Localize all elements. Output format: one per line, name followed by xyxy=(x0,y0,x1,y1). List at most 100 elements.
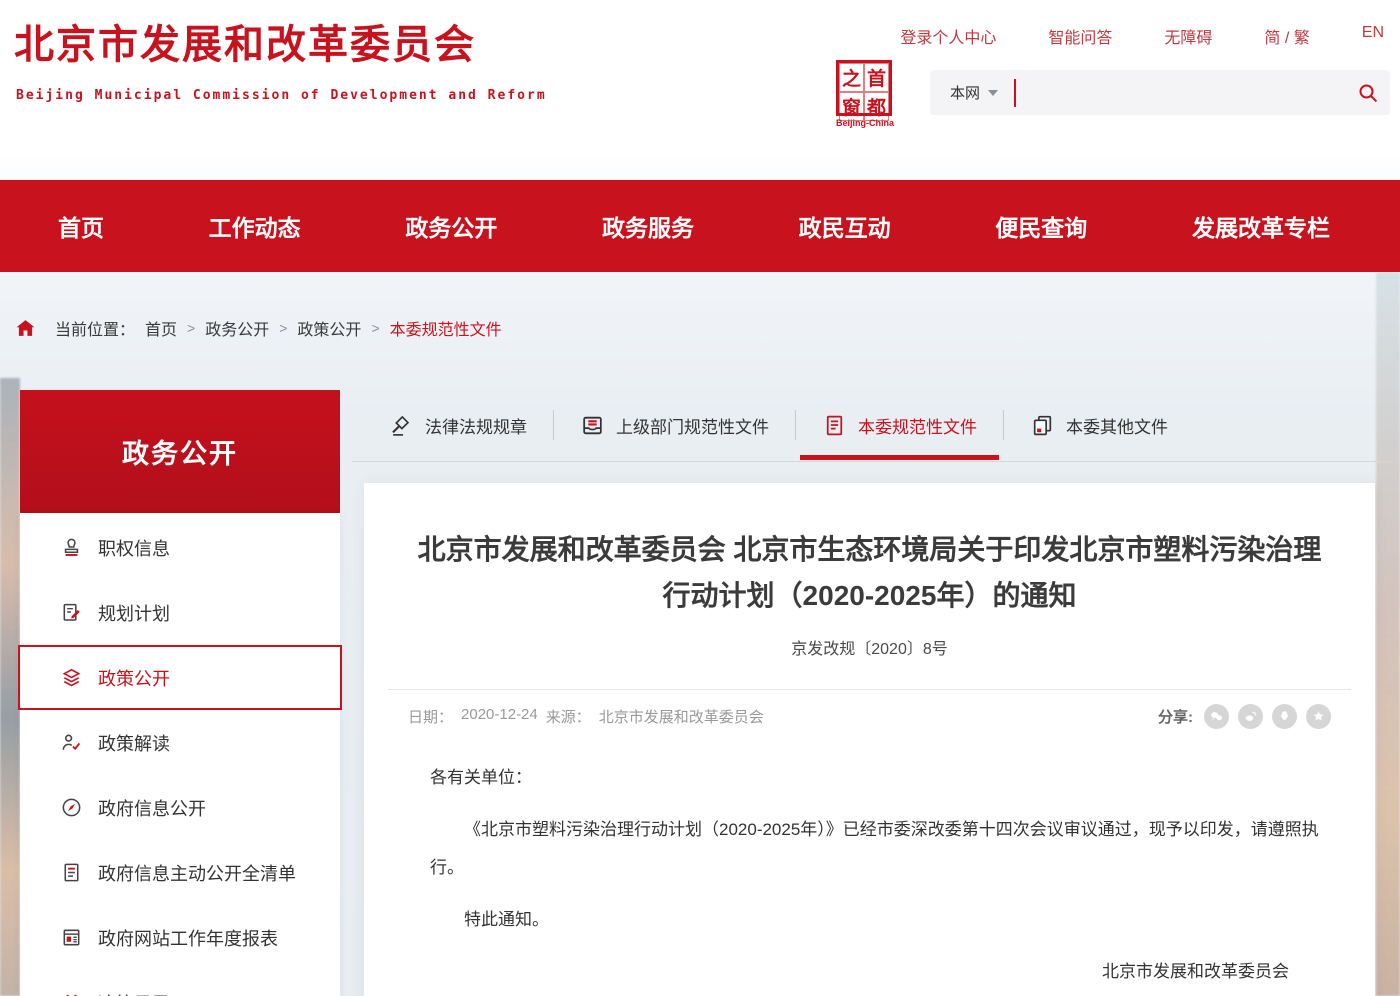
capital-window-seal-logo[interactable]: 之 首 窗 都 Beijing-China xyxy=(836,60,894,128)
breadcrumb-policy-disclosure[interactable]: 政策公开 xyxy=(297,316,361,340)
inbox-icon xyxy=(580,413,605,438)
sidebar-item-label: 政策解读 xyxy=(98,730,170,756)
breadcrumb-label: 当前位置： xyxy=(55,316,135,340)
chevron-down-icon xyxy=(988,90,998,96)
sidebar-item-authority-info[interactable]: 职权信息 xyxy=(20,515,340,580)
home-icon xyxy=(14,317,37,340)
site-logo-title[interactable]: 北京市发展和改革委员会 xyxy=(14,12,476,70)
search-box: 本网 xyxy=(930,70,1390,115)
article-paragraph: 《北京市塑料污染治理行动计划（2020-2025年）》已经市委深改委第十四次会议… xyxy=(430,811,1327,887)
sidebar-item-plans[interactable]: 规划计划 xyxy=(20,580,340,645)
doc-copy-icon xyxy=(1030,413,1055,438)
tab-commission-normative-docs[interactable]: 本委规范性文件 xyxy=(796,390,1003,460)
qq-icon[interactable] xyxy=(1272,704,1297,729)
seal-char: 窗 xyxy=(839,92,864,121)
tab-commission-other-docs[interactable]: 本委其他文件 xyxy=(1004,390,1194,460)
link-smart-qa[interactable]: 智能问答 xyxy=(1048,24,1112,48)
link-english[interactable]: EN xyxy=(1362,24,1384,48)
date-value: 2020-12-24 xyxy=(461,706,538,727)
link-login-personal-center[interactable]: 登录个人中心 xyxy=(900,24,996,48)
wechat-icon[interactable] xyxy=(1204,704,1229,729)
tab-laws-regulations[interactable]: 法律法规规章 xyxy=(383,390,553,460)
star-icon[interactable] xyxy=(1306,704,1331,729)
nav-item-gov-services[interactable]: 政务服务 xyxy=(602,209,694,243)
nav-item-gov-disclosure[interactable]: 政务公开 xyxy=(405,209,497,243)
tab-label: 上级部门规范性文件 xyxy=(616,413,769,438)
seal-icon: 之 首 窗 都 xyxy=(836,60,892,116)
breadcrumb: 当前位置： 首页 > 政务公开 > 政策公开 > 本委规范性文件 xyxy=(14,316,502,340)
tabs-underline-rule xyxy=(352,461,1390,462)
sidebar-item-policy-disclosure[interactable]: 政策公开 xyxy=(18,645,342,710)
article-paragraph: 特此通知。 xyxy=(430,901,1327,939)
share-label: 分享: xyxy=(1158,706,1193,727)
article-title: 北京市发展和改革委员会 北京市生态环境局关于印发北京市塑料污染治理行动计划（20… xyxy=(415,527,1325,619)
document-category-tabs: 法律法规规章 上级部门规范性文件 本委规范性文件 xyxy=(383,390,1194,460)
nav-item-work-news[interactable]: 工作动态 xyxy=(209,209,301,243)
header-quick-links: 登录个人中心 智能问答 无障碍 简 / 繁 EN xyxy=(900,24,1384,48)
nav-item-reform-column[interactable]: 发展改革专栏 xyxy=(1192,209,1330,243)
seal-char: 之 xyxy=(839,63,864,92)
search-scope-label: 本网 xyxy=(950,82,980,103)
report-icon xyxy=(60,926,84,950)
sidebar-item-gov-info-disclosure[interactable]: 政府信息公开 xyxy=(20,775,340,840)
breadcrumb-separator: > xyxy=(371,320,379,336)
nav-item-home[interactable]: 首页 xyxy=(58,209,104,243)
background-photo-left xyxy=(0,378,20,996)
article-body: 各有关单位： 《北京市塑料污染治理行动计划（2020-2025年）》已经市委深改… xyxy=(364,759,1375,991)
tab-superior-normative-docs[interactable]: 上级部门规范性文件 xyxy=(554,390,795,460)
tab-label: 法律法规规章 xyxy=(425,413,527,438)
sidebar-item-decision-catalog[interactable]: 决策目录 xyxy=(20,970,340,996)
date-label: 日期： xyxy=(408,706,453,727)
search-button[interactable] xyxy=(1346,70,1390,115)
sidebar-item-label: 政策公开 xyxy=(98,665,170,691)
link-simplified-traditional[interactable]: 简 / 繁 xyxy=(1264,24,1309,48)
gavel-icon xyxy=(389,413,414,438)
compass-icon xyxy=(60,796,84,820)
sidebar-item-label: 政府信息主动公开全清单 xyxy=(98,860,296,886)
sidebar-item-label: 规划计划 xyxy=(98,600,170,626)
sidebar: 政务公开 职权信息 xyxy=(20,390,340,996)
article-signature: 北京市发展和改革委员会 xyxy=(430,953,1327,991)
list-icon xyxy=(60,861,84,885)
sidebar-item-policy-interpretation[interactable]: 政策解读 xyxy=(20,710,340,775)
link-accessibility[interactable]: 无障碍 xyxy=(1164,24,1212,48)
breadcrumb-separator: > xyxy=(279,320,287,336)
weibo-icon[interactable] xyxy=(1238,704,1263,729)
seal-char: 首 xyxy=(864,63,889,92)
nav-item-convenient-query[interactable]: 便民查询 xyxy=(995,209,1087,243)
breadcrumb-current[interactable]: 本委规范性文件 xyxy=(390,316,502,340)
sidebar-item-label: 政府网站工作年度报表 xyxy=(98,925,278,951)
catalog-icon xyxy=(60,991,84,996)
doc-lines-icon xyxy=(822,413,847,438)
search-input[interactable] xyxy=(1016,70,1346,115)
article-paragraph: 各有关单位： xyxy=(430,759,1327,797)
search-icon xyxy=(1356,81,1380,105)
search-scope-dropdown[interactable]: 本网 xyxy=(930,82,1014,103)
sidebar-item-label: 职权信息 xyxy=(98,535,170,561)
interpret-icon xyxy=(60,731,84,755)
plan-icon xyxy=(60,601,84,625)
tab-label: 本委规范性文件 xyxy=(858,413,977,438)
sidebar-item-proactive-disclosure-list[interactable]: 政府信息主动公开全清单 xyxy=(20,840,340,905)
seal-char: 都 xyxy=(864,92,889,121)
nav-item-interaction[interactable]: 政民互动 xyxy=(799,209,891,243)
sidebar-title: 政务公开 xyxy=(20,390,340,513)
sidebar-item-label: 政府信息公开 xyxy=(98,795,206,821)
breadcrumb-separator: > xyxy=(187,320,195,336)
source-value: 北京市发展和改革委员会 xyxy=(599,706,764,727)
site-logo-subtitle: Beijing Municipal Commission of Developm… xyxy=(16,88,547,103)
article-meta: 日期：2020-12-24 来源：北京市发展和改革委员会 xyxy=(408,706,764,727)
share-bar: 分享: xyxy=(1158,704,1331,729)
article-card: 北京市发展和改革委员会 北京市生态环境局关于印发北京市塑料污染治理行动计划（20… xyxy=(364,483,1375,996)
sidebar-list: 职权信息 规划计划 xyxy=(20,513,340,996)
site-header: 北京市发展和改革委员会 Beijing Municipal Commission… xyxy=(0,0,1400,180)
page: 北京市发展和改革委员会 Beijing Municipal Commission… xyxy=(0,0,1400,996)
document-number: 京发改规〔2020〕8号 xyxy=(364,635,1375,659)
seal-caption: Beijing-China xyxy=(836,118,894,128)
tab-label: 本委其他文件 xyxy=(1066,413,1168,438)
layers-icon xyxy=(60,666,84,690)
breadcrumb-home[interactable]: 首页 xyxy=(145,316,177,340)
background-photo-right xyxy=(1376,272,1400,996)
sidebar-item-annual-website-report[interactable]: 政府网站工作年度报表 xyxy=(20,905,340,970)
breadcrumb-gov-disclosure[interactable]: 政务公开 xyxy=(205,316,269,340)
